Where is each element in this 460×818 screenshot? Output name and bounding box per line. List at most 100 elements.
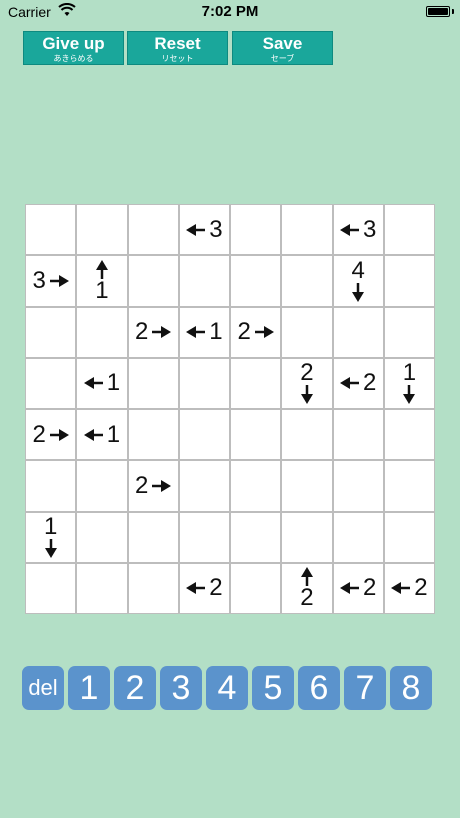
battery-icon — [426, 6, 450, 17]
clue-number: 3 — [209, 215, 223, 243]
number-button-5[interactable]: 5 — [252, 666, 294, 710]
clue-number: 3 — [32, 266, 46, 294]
battery-tip — [452, 9, 454, 14]
empty-cell[interactable] — [231, 563, 281, 613]
clue-cell: 2 — [333, 358, 383, 408]
arrow-left-icon — [186, 582, 206, 595]
empty-cell[interactable] — [333, 512, 383, 562]
empty-cell[interactable] — [333, 307, 383, 357]
save-button[interactable]: Save セーブ — [232, 31, 333, 65]
empty-cell[interactable] — [77, 205, 127, 255]
empty-cell[interactable] — [128, 512, 178, 562]
empty-cell[interactable] — [77, 307, 127, 357]
empty-cell[interactable] — [384, 307, 434, 357]
arrow-left-icon — [339, 223, 359, 236]
clue: 1 — [44, 515, 57, 559]
clue: 3 — [339, 216, 376, 244]
empty-cell[interactable] — [77, 461, 127, 511]
clue-cell: 2 — [333, 563, 383, 613]
clue: 1 — [83, 420, 121, 449]
clue-cell: 1 — [384, 358, 434, 408]
clue-number: 1 — [106, 420, 121, 448]
number-button-7[interactable]: 7 — [344, 666, 386, 710]
clue-number: 2 — [134, 318, 149, 346]
give-up-label: Give up — [42, 34, 105, 53]
clue: 2 — [339, 369, 377, 397]
empty-cell[interactable] — [231, 410, 281, 460]
empty-cell[interactable] — [231, 512, 281, 562]
empty-cell[interactable] — [231, 461, 281, 511]
empty-cell[interactable] — [77, 512, 127, 562]
empty-cell[interactable] — [179, 512, 229, 562]
empty-cell[interactable] — [333, 410, 383, 460]
clue-cell: 1 — [77, 256, 127, 306]
reset-button[interactable]: Reset リセット — [127, 31, 228, 65]
clue-cell: 2 — [231, 307, 281, 357]
empty-cell[interactable] — [26, 307, 76, 357]
empty-cell[interactable] — [384, 512, 434, 562]
number-button-1[interactable]: 1 — [68, 666, 110, 710]
arrow-left-icon — [339, 377, 359, 390]
empty-cell[interactable] — [384, 205, 434, 255]
empty-cell[interactable] — [26, 205, 76, 255]
empty-cell[interactable] — [128, 256, 178, 306]
number-button-3[interactable]: 3 — [160, 666, 202, 710]
number-button-2[interactable]: 2 — [114, 666, 156, 710]
empty-cell[interactable] — [384, 410, 434, 460]
empty-cell[interactable] — [231, 256, 281, 306]
clue: 2 — [134, 318, 172, 346]
clue-cell: 2 — [179, 563, 229, 613]
empty-cell[interactable] — [384, 461, 434, 511]
arrow-down-icon — [44, 539, 57, 559]
clue-number: 1 — [106, 369, 121, 397]
arrow-left-icon — [83, 428, 103, 441]
empty-cell[interactable] — [26, 461, 76, 511]
empty-cell[interactable] — [179, 461, 229, 511]
empty-cell[interactable] — [231, 205, 281, 255]
arrow-down-icon — [352, 282, 365, 302]
empty-cell[interactable] — [77, 563, 127, 613]
empty-cell[interactable] — [384, 256, 434, 306]
clue-number: 1 — [95, 276, 109, 304]
clue-number: 1 — [209, 318, 223, 346]
empty-cell[interactable] — [282, 307, 332, 357]
empty-cell[interactable] — [128, 205, 178, 255]
arrow-right-icon — [152, 479, 172, 492]
delete-button[interactable]: del — [22, 666, 64, 710]
clue-number: 2 — [414, 574, 428, 602]
number-button-4[interactable]: 4 — [206, 666, 248, 710]
empty-cell[interactable] — [128, 563, 178, 613]
clue-number: 2 — [300, 584, 314, 612]
empty-cell[interactable] — [282, 205, 332, 255]
empty-cell[interactable] — [26, 563, 76, 613]
empty-cell[interactable] — [282, 512, 332, 562]
empty-cell[interactable] — [179, 358, 229, 408]
clue-cell: 4 — [333, 256, 383, 306]
empty-cell[interactable] — [26, 358, 76, 408]
give-up-button[interactable]: Give up あきらめる — [23, 31, 124, 65]
empty-cell[interactable] — [282, 256, 332, 306]
clue-cell: 3 — [333, 205, 383, 255]
empty-cell[interactable] — [282, 461, 332, 511]
empty-cell[interactable] — [179, 410, 229, 460]
clue-number: 4 — [351, 256, 365, 284]
save-sublabel: セーブ — [270, 54, 295, 63]
clue-cell: 1 — [179, 307, 229, 357]
clue: 1 — [403, 361, 416, 405]
clue-number: 2 — [362, 574, 377, 602]
empty-cell[interactable] — [282, 410, 332, 460]
number-button-6[interactable]: 6 — [298, 666, 340, 710]
empty-cell[interactable] — [128, 410, 178, 460]
clue-number: 2 — [362, 369, 377, 397]
clue: 2 — [391, 574, 428, 602]
empty-cell[interactable] — [231, 358, 281, 408]
arrow-right-icon — [152, 326, 172, 339]
empty-cell[interactable] — [179, 256, 229, 306]
empty-cell[interactable] — [333, 461, 383, 511]
empty-cell[interactable] — [128, 358, 178, 408]
arrow-left-icon — [83, 377, 103, 390]
clue: 2 — [339, 574, 377, 602]
clue-cell: 2 — [128, 307, 178, 357]
number-button-8[interactable]: 8 — [390, 666, 432, 710]
clue-cell: 2 — [282, 358, 332, 408]
